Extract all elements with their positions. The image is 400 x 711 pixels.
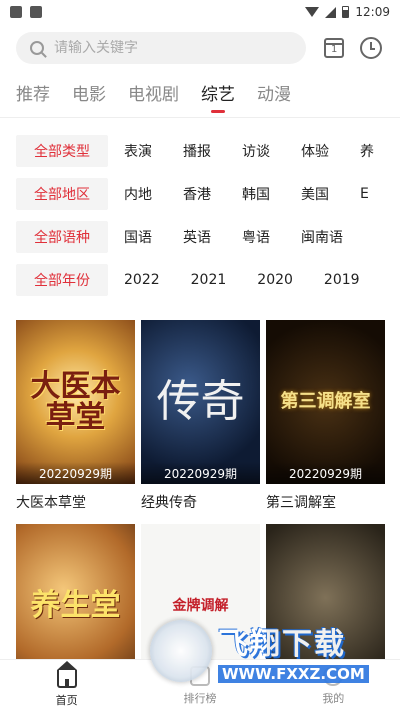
show-title[interactable]: 大医本草堂 [16, 492, 135, 512]
show-title[interactable]: 第三调解室 [266, 492, 385, 512]
category-tabs: 推荐 电影 电视剧 综艺 动漫 [16, 80, 313, 113]
filter-all-years[interactable]: 全部年份 [16, 264, 108, 296]
search-input[interactable] [54, 40, 274, 56]
download-icon [30, 6, 42, 18]
show-poster[interactable]: 第三调解室 20220929期 [266, 320, 385, 484]
filter-option[interactable]: 表演 [124, 141, 152, 161]
poster-title-art: 大医本草堂 [30, 368, 121, 435]
show-card[interactable]: 传奇 20220929期 经典传奇 [141, 320, 260, 512]
filter-option[interactable]: 闽南语 [301, 227, 343, 247]
filter-option[interactable]: 粤语 [242, 227, 270, 247]
show-card[interactable]: 第三调解室 20220929期 第三调解室 [266, 320, 385, 512]
nav-ranking[interactable]: 排行榜 [133, 660, 266, 711]
filter-row-type: 全部类型 表演 播报 访谈 体验 养 [16, 135, 400, 167]
profile-icon [323, 665, 344, 686]
tab-movie[interactable]: 电影 [72, 80, 106, 113]
filter-all-languages[interactable]: 全部语种 [16, 221, 108, 253]
search-row [16, 30, 384, 66]
filter-row-region: 全部地区 内地 香港 韩国 美国 E [16, 178, 400, 210]
show-poster[interactable]: 大医本草堂 20220929期 [16, 320, 135, 484]
filter-option[interactable]: 播报 [183, 141, 211, 161]
filter-row-language: 全部语种 国语 英语 粤语 闽南语 [16, 221, 400, 253]
show-title[interactable]: 经典传奇 [141, 492, 260, 512]
tab-tv-series[interactable]: 电视剧 [128, 80, 179, 113]
nav-me[interactable]: 我的 [267, 660, 400, 711]
nav-home-label: 首页 [55, 693, 78, 707]
filter-option[interactable]: E [360, 186, 369, 202]
filter-option[interactable]: 2019 [324, 272, 360, 288]
bottom-nav: 首页 排行榜 我的 [0, 659, 400, 711]
status-bar: 12:09 [0, 0, 400, 24]
filter-option[interactable]: 内地 [124, 184, 152, 204]
episode-badge: 20220929期 [266, 462, 385, 484]
ranking-icon [189, 665, 210, 686]
nav-ranking-label: 排行榜 [183, 691, 217, 705]
show-poster[interactable]: 传奇 20220929期 [141, 320, 260, 484]
gallery-icon [10, 6, 22, 18]
tab-anime[interactable]: 动漫 [257, 80, 291, 113]
home-icon [56, 660, 77, 688]
filter-option[interactable]: 访谈 [242, 141, 270, 161]
episode-badge: 20220929期 [16, 462, 135, 484]
filter-panel: 全部类型 表演 播报 访谈 体验 养 全部地区 内地 香港 韩国 美国 E 全部… [16, 135, 400, 307]
status-time: 12:09 [355, 5, 390, 19]
wifi-icon [305, 7, 320, 17]
divider [0, 117, 400, 118]
filter-option[interactable]: 2021 [191, 272, 227, 288]
filter-option[interactable]: 2022 [124, 272, 160, 288]
poster-title-art: 传奇 [156, 375, 245, 427]
filter-all-regions[interactable]: 全部地区 [16, 178, 108, 210]
filter-option[interactable]: 养 [360, 141, 374, 161]
filter-all-types[interactable]: 全部类型 [16, 135, 108, 167]
filter-option[interactable]: 2020 [257, 272, 293, 288]
signal-icon [325, 6, 337, 18]
history-clock-icon[interactable] [360, 37, 382, 59]
tab-recommend[interactable]: 推荐 [16, 80, 50, 113]
filter-option[interactable]: 国语 [124, 227, 152, 247]
show-grid: 大医本草堂 20220929期 大医本草堂 传奇 20220929期 经典传奇 … [16, 320, 385, 688]
filter-row-year: 全部年份 2022 2021 2020 2019 [16, 264, 400, 296]
poster-title-art: 金牌调解 [172, 597, 229, 614]
show-card[interactable]: 大医本草堂 20220929期 大医本草堂 [16, 320, 135, 512]
poster-title-art: 第三调解室 [280, 390, 371, 412]
filter-option[interactable]: 美国 [301, 184, 329, 204]
battery-icon [342, 6, 350, 18]
calendar-icon[interactable] [324, 38, 344, 58]
filter-option[interactable]: 体验 [301, 141, 329, 161]
poster-title-art: 养生堂 [30, 588, 121, 624]
nav-home[interactable]: 首页 [0, 660, 133, 711]
filter-option[interactable]: 香港 [183, 184, 211, 204]
search-box[interactable] [16, 32, 306, 64]
filter-option[interactable]: 英语 [183, 227, 211, 247]
tab-variety[interactable]: 综艺 [201, 80, 235, 113]
episode-badge: 20220929期 [141, 462, 260, 484]
nav-me-label: 我的 [322, 691, 345, 705]
filter-option[interactable]: 韩国 [242, 184, 270, 204]
search-icon [30, 41, 44, 55]
